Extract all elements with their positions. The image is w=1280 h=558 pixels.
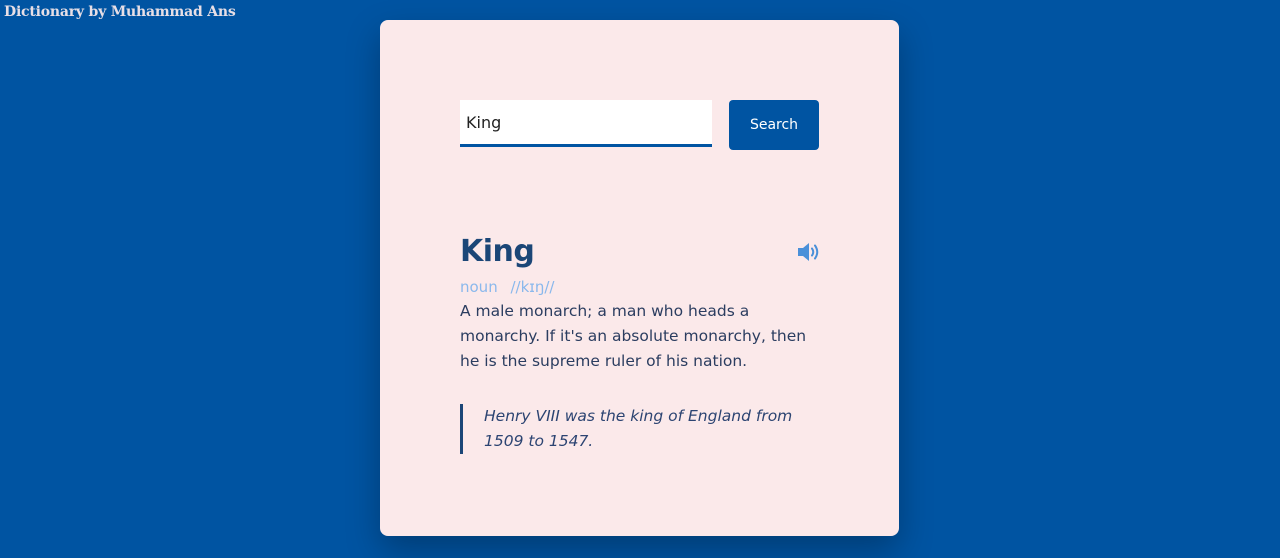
word-title: King [460,234,535,269]
speaker-volume-icon[interactable] [796,240,822,264]
definition-text: A male monarch; a man who heads a monarc… [460,302,807,370]
search-bar: Search [460,100,819,150]
app-title: Dictionary by Muhammad Ans [4,4,236,20]
part-of-speech: noun [460,278,498,296]
search-input[interactable] [460,100,712,147]
phonetic: //kɪŋ// [510,278,555,296]
dictionary-card: Search King noun //kɪŋ// A male monarch;… [380,20,899,536]
search-button[interactable]: Search [729,100,819,150]
example-quote: Henry VIII was the king of England from … [460,404,822,454]
word-meta: noun //kɪŋ// [460,276,822,298]
word-header: King [460,232,822,272]
result-panel: King noun //kɪŋ// A male monarch; a man … [460,232,822,454]
